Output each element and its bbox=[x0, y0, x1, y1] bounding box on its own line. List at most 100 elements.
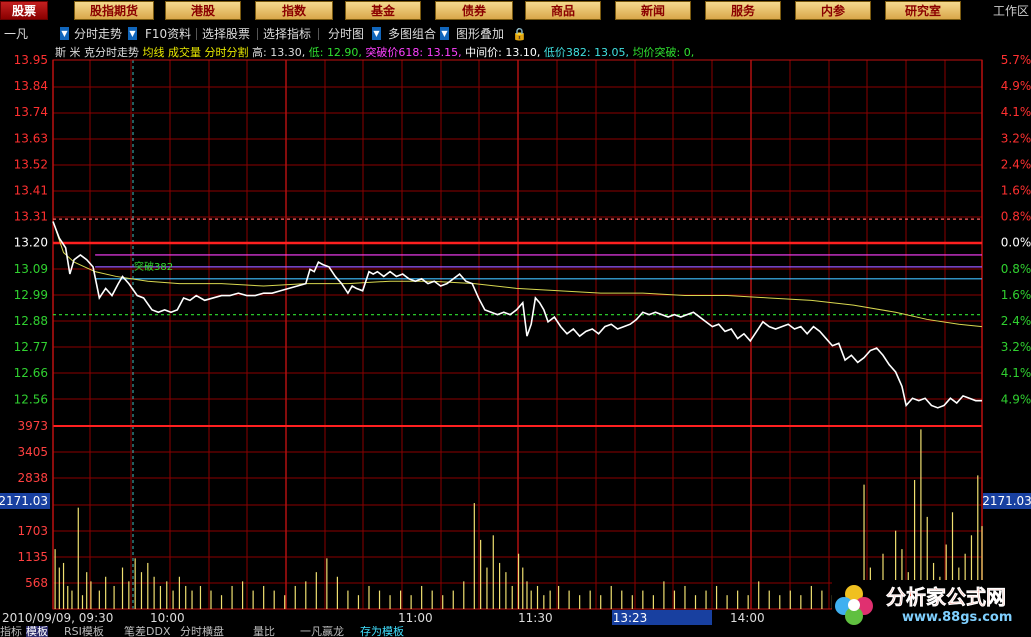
site-logo: 分析家公式网 www.88gs.com bbox=[832, 580, 1031, 626]
nav-tab-6[interactable]: 商品 bbox=[525, 1, 601, 20]
volume-tick: 3973 bbox=[17, 419, 48, 433]
time-tick: 11:30 bbox=[518, 611, 553, 625]
time-tick: 11:00 bbox=[398, 611, 433, 625]
top-navigation: 股票 股指期货 港股 指数 基金 债券 商品 新闻 服务 内参 研究室 bbox=[0, 0, 1031, 22]
toolbar-select-indicator[interactable]: 选择指标 bbox=[263, 25, 311, 43]
bottom-tab-5[interactable]: 量比 bbox=[253, 626, 275, 637]
toolbar-overlay[interactable]: 图形叠加 bbox=[456, 25, 504, 43]
price-tick: 13.41 bbox=[14, 184, 48, 198]
intraday-chart: 突破382 13.95 13.84 13.74 13.63 13.52 13.41 13.31… bbox=[0, 53, 1031, 625]
pct-tick: 3.2% bbox=[1001, 131, 1031, 145]
break618-value: 13.15, bbox=[426, 46, 462, 59]
toolbar-separator bbox=[257, 28, 258, 40]
break382-annotation: 突破382 bbox=[134, 260, 173, 273]
price-tick: 12.77 bbox=[14, 340, 48, 354]
volume-tick: 2838 bbox=[17, 471, 48, 485]
volume-label[interactable]: 成交量 bbox=[168, 46, 201, 59]
workspace-label[interactable]: 工作区 bbox=[985, 0, 1031, 22]
pct-tick: 1.6% bbox=[1001, 288, 1031, 302]
chart-grid bbox=[52, 59, 983, 610]
logo-name: 分析家公式网 bbox=[886, 585, 1006, 609]
price-tick: 13.95 bbox=[14, 53, 48, 67]
high-value: 13.30, bbox=[270, 46, 306, 59]
pct-tick: 2.4% bbox=[1001, 314, 1031, 328]
volume-tick: 3405 bbox=[17, 445, 48, 459]
pct-tick: 4.9% bbox=[1001, 79, 1031, 93]
bottom-tab-6[interactable]: 一凡赢龙 bbox=[300, 626, 344, 637]
dropdown-icon[interactable]: ▼ bbox=[440, 27, 449, 40]
pct-tick: 0.8% bbox=[1001, 210, 1031, 224]
price-tick: 13.84 bbox=[14, 79, 48, 93]
volume-tick: 2171.03 bbox=[0, 494, 48, 508]
volume-tick: 1703 bbox=[17, 524, 48, 538]
time-cursor: 13:23 bbox=[613, 611, 648, 625]
price-tick: 12.56 bbox=[14, 392, 48, 406]
indicator-infobar: 斯 米 克分时走势 均线 成交量 分时分割 高: 13.30, 低: 12.90… bbox=[55, 45, 694, 61]
nav-tab-4[interactable]: 基金 bbox=[345, 1, 421, 20]
dropdown-icon[interactable]: ▼ bbox=[60, 27, 69, 40]
avg-line-label[interactable]: 均线 bbox=[143, 46, 165, 59]
pct-tick: 3.2% bbox=[1001, 340, 1031, 354]
pct-tick: 4.1% bbox=[1001, 105, 1031, 119]
toolbar-separator bbox=[318, 28, 319, 40]
nav-tab-1[interactable]: 股指期货 bbox=[74, 1, 154, 20]
price-tick: 12.66 bbox=[14, 366, 48, 380]
avgbreak-value: 0, bbox=[683, 46, 695, 59]
low-value: 12.90, bbox=[326, 46, 362, 59]
nav-tab-10[interactable]: 研究室 bbox=[885, 1, 961, 20]
pct-tick: 2.4% bbox=[1001, 157, 1031, 171]
toolbar-intraday[interactable]: 分时走势 bbox=[74, 25, 122, 43]
toolbar-separator bbox=[196, 28, 197, 40]
toolbar-f10[interactable]: F10资料 bbox=[145, 25, 191, 43]
time-tick: 2010/09/09, 09:30 bbox=[2, 611, 113, 625]
indicator-title[interactable]: 斯 米 克分时走势 bbox=[55, 46, 139, 59]
price-tick: 13.63 bbox=[14, 131, 48, 145]
nav-tab-5[interactable]: 债券 bbox=[435, 1, 513, 20]
price-tick: 12.99 bbox=[14, 288, 48, 302]
low382-value: 13.05, bbox=[594, 46, 630, 59]
avgbreak-label: 均价突破: bbox=[632, 46, 681, 59]
pct-tick: 5.7% bbox=[1001, 53, 1031, 67]
toolbar-multi-chart[interactable]: 多图组合 bbox=[388, 25, 436, 43]
nav-tab-3[interactable]: 指数 bbox=[255, 1, 333, 20]
lock-icon[interactable]: 🔒 bbox=[512, 25, 527, 43]
stock-name: 一凡 bbox=[4, 27, 29, 41]
price-tick: 12.88 bbox=[14, 314, 48, 328]
nav-tab-7[interactable]: 新闻 bbox=[615, 1, 691, 20]
break618-label: 突破价618: bbox=[365, 46, 424, 59]
volume-right-value: 2171.03 bbox=[982, 494, 1031, 508]
low382-label: 低价382: bbox=[543, 46, 591, 59]
chart-toolbar: 一凡 ▼ 分时走势 ▼ F10资料 选择股票 选择指标 分时图 ▼ 多图组合 ▼… bbox=[0, 24, 1031, 44]
bottom-tab-3[interactable]: 笔差DDX bbox=[124, 626, 170, 637]
nav-tab-8[interactable]: 服务 bbox=[705, 1, 781, 20]
volume-tick: 568 bbox=[25, 576, 48, 590]
price-tick: 13.74 bbox=[14, 105, 48, 119]
bottom-tab-4[interactable]: 分时横盘 bbox=[180, 626, 224, 637]
time-tick: 14:00 bbox=[730, 611, 765, 625]
nav-tab-2[interactable]: 港股 bbox=[165, 1, 241, 20]
segment-label[interactable]: 分时分割 bbox=[205, 46, 249, 59]
pct-tick: 0.8% bbox=[1001, 262, 1031, 276]
bottom-tab-7[interactable]: 存为模板 bbox=[360, 626, 404, 637]
toolbar-chart[interactable]: 分时图 bbox=[328, 25, 364, 43]
mid-value: 13.10, bbox=[505, 46, 541, 59]
bottom-tab-2[interactable]: RSI模板 bbox=[64, 626, 104, 637]
pct-tick: 4.9% bbox=[1001, 392, 1031, 406]
time-tick: 10:00 bbox=[150, 611, 185, 625]
price-tick: 13.31 bbox=[14, 210, 48, 224]
pct-tick: 0.0% bbox=[1001, 236, 1031, 250]
bottom-tab-bar: 指标 模板 RSI模板 笔差DDX 分时横盘 量比 一凡赢龙 存为模板 bbox=[0, 626, 1031, 637]
volume-tick: 1135 bbox=[17, 550, 48, 564]
pct-tick: 1.6% bbox=[1001, 184, 1031, 198]
dropdown-icon[interactable]: ▼ bbox=[372, 27, 381, 40]
bottom-tab-0[interactable]: 指标 bbox=[0, 626, 22, 637]
price-tick: 13.52 bbox=[14, 157, 48, 171]
bottom-tab-1[interactable]: 模板 bbox=[26, 626, 48, 637]
price-tick: 13.09 bbox=[14, 262, 48, 276]
dropdown-icon[interactable]: ▼ bbox=[128, 27, 137, 40]
toolbar-select-stock[interactable]: 选择股票 bbox=[202, 25, 250, 43]
nav-tab-0[interactable]: 股票 bbox=[0, 1, 48, 20]
low-label: 低: bbox=[308, 46, 324, 59]
nav-tab-9[interactable]: 内参 bbox=[795, 1, 871, 20]
logo-url: www.88gs.com bbox=[902, 610, 1012, 625]
